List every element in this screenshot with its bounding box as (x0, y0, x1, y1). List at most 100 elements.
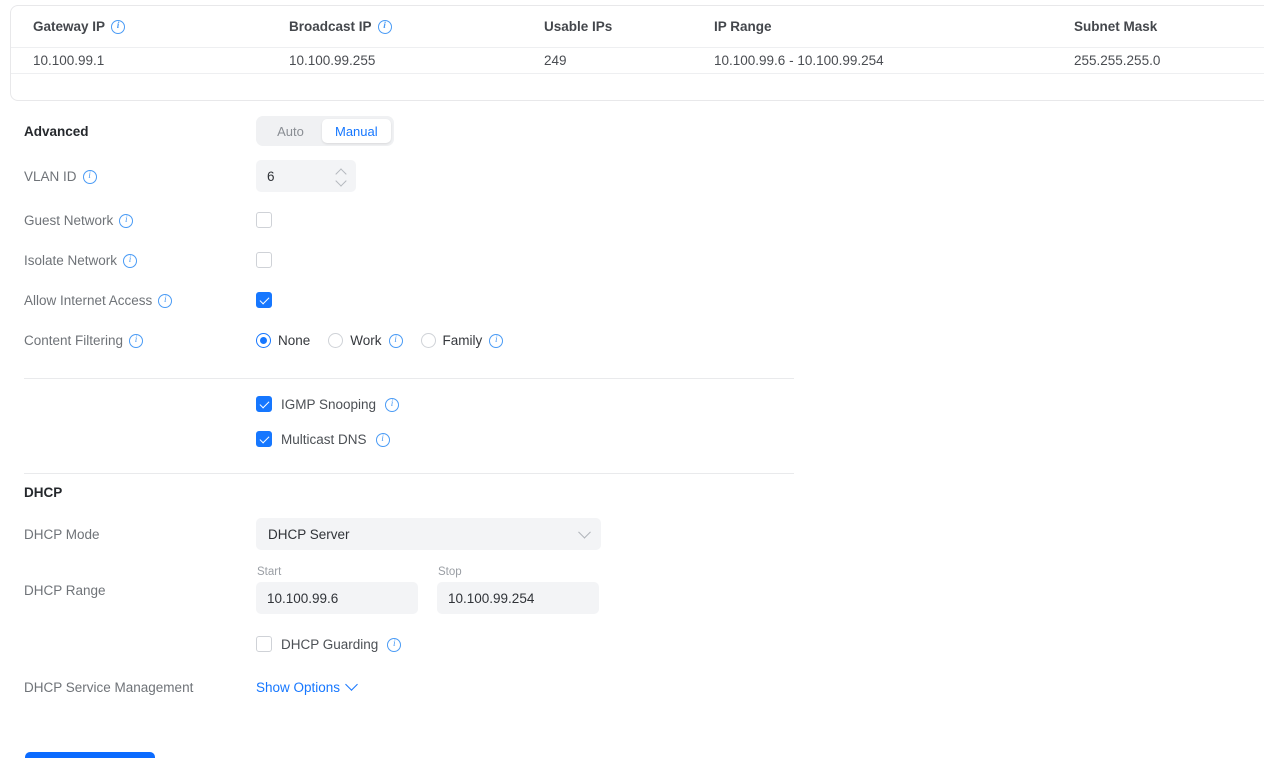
igmp-snooping-label: IGMP Snooping (281, 397, 376, 412)
igmp-snooping-checkbox[interactable] (256, 396, 272, 412)
column-header-label: Gateway IP (33, 19, 105, 34)
label-dhcp-range: DHCP Range (0, 583, 256, 598)
multicast-dns-checkbox[interactable] (256, 431, 272, 447)
row-dhcp-range: DHCP Range Start Stop (0, 558, 820, 622)
section-heading-advanced: Advanced (0, 124, 256, 139)
table-header-row: Gateway IP i Broadcast IP i Usable IPs (11, 6, 1264, 47)
row-igmp-snooping: IGMP Snooping i (0, 379, 820, 419)
segment-manual[interactable]: Manual (322, 119, 391, 143)
info-icon[interactable]: i (119, 214, 133, 228)
dhcp-range-stop-caption: Stop (437, 566, 599, 578)
row-content-filtering: Content Filtering i None Work i (0, 320, 820, 360)
row-multicast-dns: Multicast DNS i (0, 419, 820, 459)
row-dhcp-guarding: DHCP Guarding i (0, 622, 820, 666)
row-vlan-id: VLAN ID i (0, 152, 820, 200)
row-dhcp-heading: DHCP (0, 474, 820, 510)
radio-label: None (278, 333, 310, 348)
advanced-mode-segmented-control[interactable]: Auto Manual (256, 116, 394, 146)
allow-internet-access-checkbox[interactable] (256, 292, 272, 308)
table-body: 10.100.99.1 10.100.99.255 249 10.100.99.… (11, 47, 1264, 73)
info-icon[interactable]: i (378, 20, 392, 34)
dhcp-mode-selected-value: DHCP Server (268, 527, 350, 542)
row-allow-internet-access: Allow Internet Access i (0, 280, 820, 320)
cell-subnet-mask: 255.255.255.0 (1052, 47, 1264, 73)
dhcp-range-start-input[interactable] (256, 582, 418, 614)
table-row: 10.100.99.1 10.100.99.255 249 10.100.99.… (11, 47, 1264, 73)
cell-usable-ips: 249 (522, 47, 692, 73)
column-header-ip-range: IP Range (692, 6, 1052, 47)
column-header-usable-ips: Usable IPs (522, 6, 692, 47)
radio-option-work[interactable]: Work i (328, 333, 402, 348)
column-header-label: Subnet Mask (1074, 19, 1157, 34)
radio-label: Work (350, 333, 381, 348)
radio-label: Family (443, 333, 483, 348)
chevron-down-icon[interactable] (578, 526, 591, 539)
cell-gateway-ip: 10.100.99.1 (11, 47, 267, 73)
radio-none-indicator[interactable] (256, 333, 271, 348)
info-icon[interactable]: i (387, 638, 401, 652)
label-allow-internet-access: Allow Internet Access i (0, 293, 256, 308)
show-options-label: Show Options (256, 680, 340, 695)
dhcp-range-stop-input[interactable] (437, 582, 599, 614)
row-dhcp-service-management: DHCP Service Management Show Options (0, 666, 820, 708)
radio-family-indicator[interactable] (421, 333, 436, 348)
show-options-link[interactable]: Show Options (256, 680, 356, 695)
isolate-network-checkbox[interactable] (256, 252, 272, 268)
dhcp-guarding-label: DHCP Guarding (281, 637, 378, 652)
content-filtering-radio-group[interactable]: None Work i Family i (256, 333, 503, 348)
info-icon[interactable]: i (376, 433, 390, 447)
info-icon[interactable]: i (158, 294, 172, 308)
table-header: Gateway IP i Broadcast IP i Usable IPs (11, 6, 1264, 47)
segment-auto[interactable]: Auto (259, 119, 322, 143)
dhcp-range-start-caption: Start (256, 566, 418, 578)
cell-ip-range: 10.100.99.6 - 10.100.99.254 (692, 47, 1052, 73)
info-icon[interactable]: i (123, 254, 137, 268)
save-button[interactable] (25, 752, 155, 758)
label-content-filtering: Content Filtering i (0, 333, 256, 348)
column-header-gateway-ip: Gateway IP i (11, 6, 267, 47)
row-guest-network: Guest Network i (0, 200, 820, 240)
row-advanced: Advanced Auto Manual (0, 110, 820, 152)
column-header-subnet-mask: Subnet Mask (1052, 6, 1264, 47)
dhcp-guarding-checkbox[interactable] (256, 636, 272, 652)
info-icon[interactable]: i (489, 334, 503, 348)
info-icon[interactable]: i (83, 170, 97, 184)
multicast-dns-label: Multicast DNS (281, 432, 367, 447)
label-vlan-id: VLAN ID i (0, 169, 256, 184)
network-settings-page: Gateway IP i Broadcast IP i Usable IPs (0, 0, 1264, 758)
label-isolate-network: Isolate Network i (0, 253, 256, 268)
label-dhcp-mode: DHCP Mode (0, 527, 256, 542)
column-header-label: IP Range (714, 19, 772, 34)
label-dhcp-service-management: DHCP Service Management (0, 680, 256, 695)
column-header-label: Usable IPs (544, 19, 612, 34)
dhcp-mode-select[interactable]: DHCP Server (256, 518, 601, 550)
radio-option-family[interactable]: Family i (421, 333, 504, 348)
dhcp-range-start-field: Start (256, 566, 418, 614)
cell-broadcast-ip: 10.100.99.255 (267, 47, 522, 73)
info-icon[interactable]: i (129, 334, 143, 348)
info-icon[interactable]: i (385, 398, 399, 412)
info-icon[interactable]: i (111, 20, 125, 34)
guest-network-checkbox[interactable] (256, 212, 272, 228)
radio-option-none[interactable]: None (256, 333, 310, 348)
row-isolate-network: Isolate Network i (0, 240, 820, 280)
dhcp-range-fields: Start Stop (256, 566, 599, 614)
section-heading-dhcp: DHCP (0, 485, 256, 500)
chevron-up-icon[interactable] (336, 169, 347, 175)
info-icon[interactable]: i (389, 334, 403, 348)
network-summary-card: Gateway IP i Broadcast IP i Usable IPs (10, 5, 1264, 101)
chevron-down-icon[interactable] (336, 178, 347, 184)
column-header-label: Broadcast IP (289, 19, 372, 34)
column-header-broadcast-ip: Broadcast IP i (267, 6, 522, 47)
chevron-down-icon[interactable] (345, 678, 358, 691)
vlan-id-input[interactable] (256, 160, 324, 192)
vlan-id-stepper[interactable] (256, 160, 356, 192)
igmp-snooping-option[interactable]: IGMP Snooping i (256, 396, 399, 412)
multicast-dns-option[interactable]: Multicast DNS i (256, 431, 390, 447)
row-dhcp-mode: DHCP Mode DHCP Server (0, 510, 820, 558)
radio-work-indicator[interactable] (328, 333, 343, 348)
dhcp-guarding-option[interactable]: DHCP Guarding i (256, 636, 401, 652)
stepper-arrows[interactable] (336, 160, 347, 192)
label-guest-network: Guest Network i (0, 213, 256, 228)
dhcp-range-stop-field: Stop (437, 566, 599, 614)
